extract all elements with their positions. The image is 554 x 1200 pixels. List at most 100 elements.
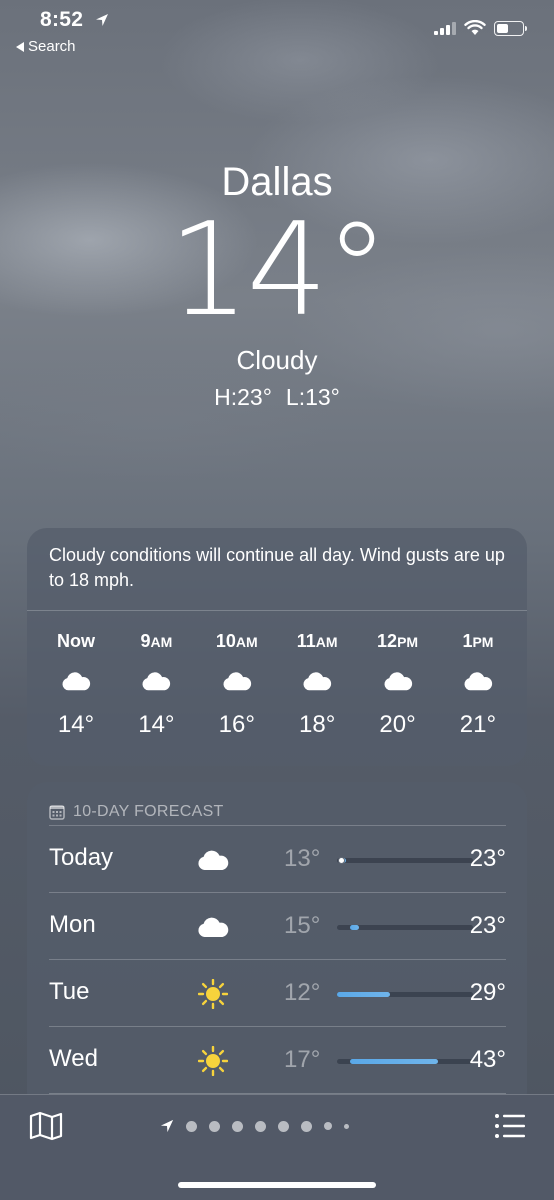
- forecast-day: Wed: [49, 1045, 98, 1072]
- ten-day-forecast-card[interactable]: 10-DAY FORECAST Today 13° 23° Mon 15° 23° Tue 1…: [27, 782, 527, 1112]
- wifi-icon: [464, 20, 486, 35]
- hour-label-text: 1: [462, 631, 473, 651]
- hour-label: 12PM: [369, 631, 427, 655]
- hour-temperature: 21°: [459, 711, 497, 738]
- forecast-low: 15°: [284, 912, 321, 939]
- forecast-low: 13°: [284, 845, 321, 872]
- back-to-search-button[interactable]: Search: [16, 38, 76, 55]
- hour-icon-wrap: [208, 661, 266, 701]
- hour-temperature: 16°: [218, 711, 255, 738]
- forecast-row[interactable]: Today 13° 23°: [49, 826, 506, 893]
- hour-item: 12PM 20°: [369, 631, 427, 739]
- page-dot[interactable]: [344, 1123, 349, 1129]
- forecast-icon-wrap: [195, 976, 231, 1012]
- hour-temperature: 20°: [379, 711, 416, 738]
- forecast-high: 23°: [469, 845, 506, 872]
- cloud-icon: [198, 917, 229, 937]
- current-temperature: 14°: [168, 196, 389, 345]
- low-temperature: L:13°: [285, 384, 340, 410]
- hour-temperature: 14°: [138, 711, 175, 738]
- temperature-range-bar: [337, 925, 473, 930]
- page-dot[interactable]: [186, 1120, 197, 1132]
- cloud-icon: [464, 671, 493, 690]
- forecast-days: Today 13° 23° Mon 15° 23° Tue 12° 29° Wed 17° 43°: [27, 826, 527, 1094]
- hour-label-suffix: AM: [150, 634, 173, 650]
- home-indicator[interactable]: [178, 1182, 376, 1188]
- location-arrow-icon: [160, 1119, 174, 1133]
- page-dot[interactable]: [232, 1120, 243, 1132]
- forecast-row[interactable]: Tue 12° 29°: [49, 960, 506, 1027]
- hour-label-suffix: PM: [397, 634, 419, 650]
- hour-item: 11AM 18°: [288, 631, 346, 739]
- forecast-day: Today: [49, 844, 114, 871]
- hour-label-text: 9: [140, 631, 151, 651]
- hour-label: 11AM: [288, 631, 346, 655]
- location-services-icon: [96, 14, 108, 26]
- page-dot[interactable]: [209, 1120, 220, 1132]
- page-indicator[interactable]: [160, 1119, 349, 1133]
- cloud-icon: [384, 671, 412, 690]
- hour-label-suffix: AM: [315, 634, 338, 650]
- forecast-day: Mon: [49, 911, 96, 938]
- sun-icon: [198, 1046, 228, 1076]
- temperature-range-bar: [337, 857, 473, 864]
- forecast-summary: Cloudy conditions will continue all day.…: [27, 528, 527, 611]
- hour-label-suffix: AM: [235, 634, 258, 650]
- hour-item: 9AM 14°: [127, 631, 185, 739]
- hour-label-text: 10: [215, 631, 236, 651]
- forecast-low: 12°: [284, 979, 321, 1006]
- hour-icon-wrap: [369, 661, 427, 701]
- forecast-icon-wrap: [195, 1043, 231, 1079]
- hour-label-text: 11: [296, 631, 316, 651]
- high-low: H:23° L:13°: [0, 384, 554, 411]
- hour-item: 1PM 21°: [449, 631, 507, 739]
- cloud-icon: [62, 671, 91, 690]
- temperature-range-fill: [350, 925, 359, 930]
- condition-text: Cloudy: [236, 345, 318, 375]
- hour-label: 10AM: [208, 631, 266, 655]
- list-icon[interactable]: [494, 1113, 526, 1139]
- high-temperature: H:23°: [214, 384, 272, 410]
- page-dot[interactable]: [301, 1120, 312, 1132]
- back-triangle-icon: [16, 41, 24, 52]
- forecast-header: 10-DAY FORECAST: [49, 782, 506, 826]
- hour-label: 1PM: [449, 631, 507, 655]
- hourly-list[interactable]: Now 14° 9AM 14° 10AM 16° 11AM 18° 12PM 20° 1PM 21°: [27, 611, 527, 739]
- forecast-high: 29°: [469, 979, 506, 1006]
- page-dot[interactable]: [255, 1120, 266, 1132]
- battery-icon: [494, 20, 527, 36]
- status-time: 8:52: [40, 8, 84, 31]
- hour-label-suffix: PM: [472, 634, 494, 650]
- status-indicators: [434, 20, 527, 36]
- page-dot[interactable]: [278, 1120, 289, 1132]
- cloud-icon: [303, 671, 332, 690]
- forecast-row[interactable]: Mon 15° 23°: [49, 893, 506, 960]
- page-dot[interactable]: [324, 1122, 332, 1130]
- hour-label-text: 12: [377, 631, 398, 651]
- hour-temperature: 14°: [57, 711, 95, 738]
- forecast-high: 23°: [469, 912, 506, 939]
- forecast-low: 17°: [284, 1046, 321, 1073]
- cloud-icon: [223, 671, 251, 690]
- forecast-icon-wrap: [195, 842, 231, 878]
- hour-item: 10AM 16°: [208, 631, 266, 739]
- cellular-signal-icon: [434, 21, 456, 35]
- hour-label-text: Now: [57, 631, 95, 651]
- current-temperature-dot: [338, 857, 346, 864]
- cloud-icon: [142, 671, 171, 690]
- temperature-range-fill: [350, 1059, 438, 1064]
- hourly-forecast-card[interactable]: Cloudy conditions will continue all day.…: [27, 528, 527, 766]
- current-conditions: Dallas 14° Cloudy H:23° L:13°: [0, 160, 554, 411]
- hour-item: Now 14°: [47, 631, 105, 739]
- temperature-range-bar: [337, 992, 473, 997]
- map-icon[interactable]: [28, 1111, 64, 1141]
- forecast-title: 10-DAY FORECAST: [73, 802, 224, 820]
- forecast-row[interactable]: Wed 17° 43°: [49, 1027, 506, 1094]
- hour-temperature: 18°: [299, 711, 336, 738]
- forecast-high: 43°: [469, 1046, 506, 1073]
- hour-icon-wrap: [127, 661, 185, 701]
- hour-label: 9AM: [127, 631, 185, 655]
- temperature-range-bar: [337, 1059, 473, 1064]
- hour-icon-wrap: [288, 661, 346, 701]
- calendar-icon: [49, 804, 65, 820]
